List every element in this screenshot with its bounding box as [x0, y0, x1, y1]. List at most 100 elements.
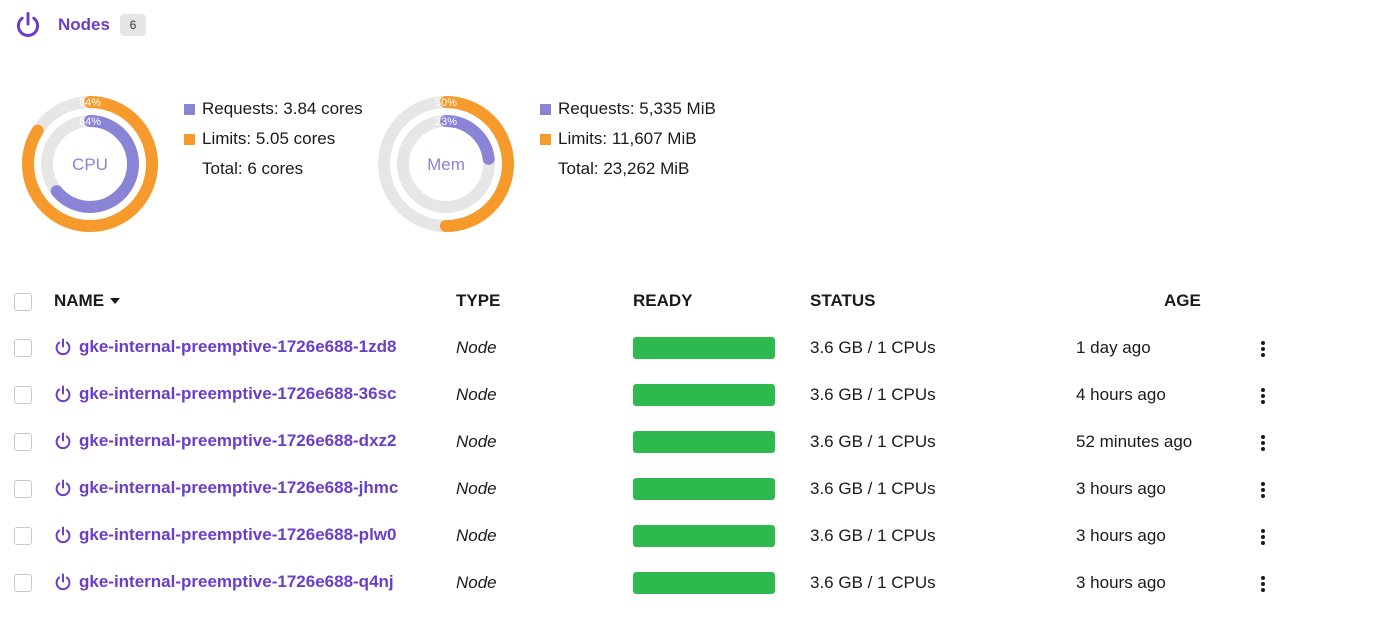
sort-caret-icon: [110, 298, 121, 304]
ready-bar: [633, 431, 775, 453]
power-icon: [55, 526, 71, 544]
node-name-link[interactable]: gke-internal-preemptive-1726e688-jhmc: [54, 478, 398, 498]
node-name: gke-internal-preemptive-1726e688-jhmc: [79, 478, 399, 497]
mem-requests-pct-label: 23%: [435, 116, 457, 128]
requests-swatch: [540, 103, 551, 115]
node-age: 1 day ago: [1076, 338, 1151, 357]
ready-bar-fill: [633, 572, 775, 594]
node-name: gke-internal-preemptive-1726e688-plw0: [79, 525, 397, 544]
mem-limits-pct-label: 50%: [435, 97, 457, 109]
column-header-name[interactable]: NAME: [54, 291, 121, 311]
column-header-ready[interactable]: READY: [633, 291, 693, 311]
node-type: Node: [456, 526, 497, 545]
cpu-limits-label: Limits: 5.05 cores: [202, 129, 336, 148]
node-age: 3 hours ago: [1076, 526, 1166, 545]
cpu-requests-legend: Requests: 3.84 cores: [184, 94, 404, 124]
node-name: gke-internal-preemptive-1726e688-q4nj: [79, 572, 394, 591]
ready-bar-fill: [633, 431, 775, 453]
ready-bar-fill: [633, 337, 775, 359]
node-type: Node: [456, 432, 497, 451]
node-type: Node: [456, 385, 497, 404]
cpu-legend: Requests: 3.84 cores Limits: 5.05 cores …: [184, 94, 404, 184]
node-status: 3.6 GB / 1 CPUs: [810, 526, 936, 545]
page-header: Nodes 6: [14, 10, 146, 40]
node-type: Node: [456, 479, 497, 498]
node-status: 3.6 GB / 1 CPUs: [810, 338, 936, 357]
row-checkbox[interactable]: [14, 433, 32, 451]
node-status: 3.6 GB / 1 CPUs: [810, 385, 936, 404]
column-header-type[interactable]: TYPE: [456, 291, 500, 311]
node-name: gke-internal-preemptive-1726e688-dxz2: [79, 431, 397, 450]
mem-center-label: Mem: [427, 155, 465, 174]
column-header-status[interactable]: STATUS: [810, 291, 875, 311]
cpu-donut-chart: CPU 84% 64%: [22, 96, 158, 232]
row-checkbox[interactable]: [14, 339, 32, 357]
mem-legend: Requests: 5,335 MiB Limits: 11,607 MiB T…: [540, 94, 760, 184]
row-actions-kebab-icon[interactable]: [1254, 336, 1272, 362]
node-type: Node: [456, 573, 497, 592]
node-age: 3 hours ago: [1076, 573, 1166, 592]
node-name-link[interactable]: gke-internal-preemptive-1726e688-plw0: [54, 525, 396, 545]
table-row: gke-internal-preemptive-1726e688-dxz2 No…: [0, 423, 1400, 470]
ready-bar-fill: [633, 478, 775, 500]
requests-swatch: [184, 103, 195, 115]
node-age: 3 hours ago: [1076, 479, 1166, 498]
node-status: 3.6 GB / 1 CPUs: [810, 479, 936, 498]
power-icon: [55, 385, 71, 403]
table-header: NAME TYPE READY STATUS AGE: [0, 283, 1400, 323]
row-actions-kebab-icon[interactable]: [1254, 430, 1272, 456]
column-header-age[interactable]: AGE: [1164, 291, 1201, 311]
row-checkbox[interactable]: [14, 386, 32, 404]
ready-bar: [633, 337, 775, 359]
cpu-requests-pct-label: 64%: [79, 116, 101, 128]
ready-bar-fill: [633, 384, 775, 406]
node-name-link[interactable]: gke-internal-preemptive-1726e688-1zd8: [54, 337, 396, 357]
cpu-total-label: Total: 6 cores: [202, 159, 304, 178]
cpu-center-label: CPU: [72, 155, 108, 174]
cpu-limits-legend: Limits: 5.05 cores: [184, 124, 404, 154]
limits-swatch: [184, 133, 195, 145]
power-icon: [55, 479, 71, 497]
table-row: gke-internal-preemptive-1726e688-jhmc No…: [0, 470, 1400, 517]
cpu-limits-pct-label: 84%: [79, 97, 101, 109]
node-name-link[interactable]: gke-internal-preemptive-1726e688-q4nj: [54, 572, 394, 592]
node-type: Node: [456, 338, 497, 357]
row-actions-kebab-icon[interactable]: [1254, 383, 1272, 409]
node-age: 4 hours ago: [1076, 385, 1166, 404]
node-age: 52 minutes ago: [1076, 432, 1193, 451]
power-icon: [55, 573, 71, 591]
node-status: 3.6 GB / 1 CPUs: [810, 432, 936, 451]
mem-requests-label: Requests: 5,335 MiB: [558, 99, 716, 118]
mem-requests-legend: Requests: 5,335 MiB: [540, 94, 760, 124]
ready-bar: [633, 525, 775, 547]
node-status: 3.6 GB / 1 CPUs: [810, 573, 936, 592]
row-checkbox[interactable]: [14, 574, 32, 592]
table-row: gke-internal-preemptive-1726e688-q4nj No…: [0, 564, 1400, 611]
table-row: gke-internal-preemptive-1726e688-36sc No…: [0, 376, 1400, 423]
select-all-checkbox[interactable]: [14, 293, 32, 311]
table-row: gke-internal-preemptive-1726e688-plw0 No…: [0, 517, 1400, 564]
mem-total-label: Total: 23,262 MiB: [558, 159, 690, 178]
power-icon: [55, 432, 71, 450]
node-name-link[interactable]: gke-internal-preemptive-1726e688-dxz2: [54, 431, 396, 451]
limits-swatch: [540, 133, 551, 145]
power-icon: [16, 12, 40, 37]
node-name: gke-internal-preemptive-1726e688-36sc: [79, 384, 397, 403]
ready-bar: [633, 384, 775, 406]
row-checkbox[interactable]: [14, 480, 32, 498]
row-actions-kebab-icon[interactable]: [1254, 571, 1272, 597]
node-name-link[interactable]: gke-internal-preemptive-1726e688-36sc: [54, 384, 397, 404]
ready-bar: [633, 478, 775, 500]
power-icon: [55, 338, 71, 356]
row-actions-kebab-icon[interactable]: [1254, 477, 1272, 503]
node-count-badge: 6: [119, 14, 146, 36]
mem-limits-label: Limits: 11,607 MiB: [558, 129, 697, 148]
column-name-label: NAME: [54, 291, 105, 310]
ready-bar: [633, 572, 775, 594]
row-checkbox[interactable]: [14, 527, 32, 545]
mem-limits-legend: Limits: 11,607 MiB: [540, 124, 760, 154]
table-row: gke-internal-preemptive-1726e688-1zd8 No…: [0, 329, 1400, 376]
mem-donut-chart: Mem 50% 23%: [378, 96, 514, 232]
row-actions-kebab-icon[interactable]: [1254, 524, 1272, 550]
node-name: gke-internal-preemptive-1726e688-1zd8: [79, 337, 397, 356]
